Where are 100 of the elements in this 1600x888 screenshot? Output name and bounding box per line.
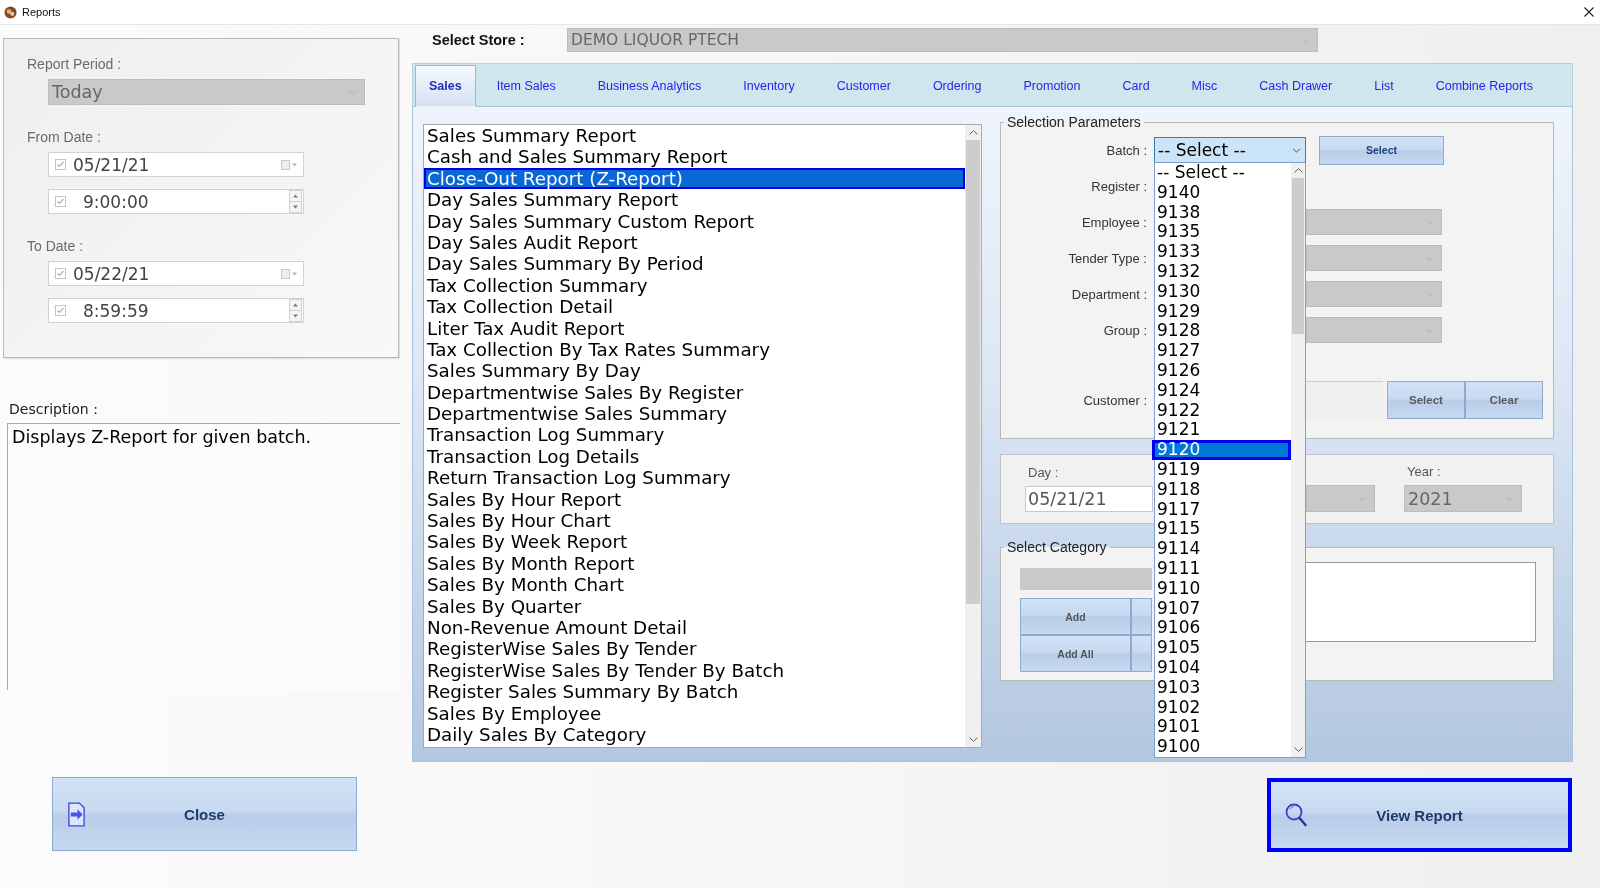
list-option[interactable]: -- Select --	[1155, 163, 1291, 183]
list-option[interactable]: 9114	[1155, 539, 1291, 559]
list-option[interactable]: 9118	[1155, 479, 1291, 500]
batch-dropdown[interactable]: -- Select --	[1154, 137, 1306, 163]
list-option[interactable]: 9103	[1155, 677, 1291, 698]
category-list[interactable]	[1305, 562, 1536, 642]
list-option[interactable]: 9140	[1155, 182, 1291, 203]
caret-down-icon[interactable]	[968, 737, 978, 742]
list-item[interactable]: RegisterWise Sales By Tender	[424, 638, 965, 660]
list-item[interactable]: Daily Sales By Category	[424, 723, 965, 746]
list-item[interactable]: Register Sales Summary By Batch	[424, 681, 965, 703]
list-item[interactable]: Sales By Month Chart	[424, 574, 965, 596]
list-item[interactable]: Sales By Employee	[424, 702, 965, 724]
list-option[interactable]: 9126	[1155, 360, 1291, 381]
category-button[interactable]	[1131, 598, 1152, 635]
list-option[interactable]: 9135	[1155, 222, 1291, 243]
spin-buttons-icon[interactable]	[289, 299, 302, 322]
checkbox[interactable]	[55, 305, 66, 316]
tab[interactable]: Cash Drawer	[1238, 65, 1354, 107]
list-option[interactable]: 9105	[1155, 638, 1291, 658]
tab[interactable]: Ordering	[911, 65, 1003, 107]
view-report-button[interactable]: View Report	[1267, 778, 1572, 852]
time-picker[interactable]: 8:59:59	[48, 298, 304, 323]
list-item[interactable]: Day Sales Summary By Period	[424, 253, 965, 275]
day-field[interactable]: 05/21/21	[1025, 486, 1153, 512]
list-item[interactable]: Transaction Log Summary	[424, 424, 965, 446]
date-picker[interactable]: 05/21/21	[48, 152, 304, 177]
category-field[interactable]	[1020, 568, 1152, 590]
tab[interactable]: Misc	[1170, 65, 1239, 107]
scrollbar[interactable]	[965, 125, 981, 747]
list-item[interactable]: Sales Summary Report	[424, 125, 965, 147]
list-item[interactable]: Departmentwise Sales By Register	[424, 381, 965, 404]
list-option[interactable]: 9102	[1155, 697, 1291, 718]
list-item[interactable]: Transaction Log Details	[424, 445, 965, 468]
checkbox[interactable]	[55, 159, 66, 170]
scrollbar-thumb[interactable]	[966, 140, 980, 604]
list-item[interactable]: Sales By Hour Chart	[424, 510, 965, 532]
caret-up-icon[interactable]	[968, 130, 978, 135]
tab[interactable]: Inventory	[722, 65, 816, 107]
list-option[interactable]: 9107	[1155, 598, 1291, 619]
add-button[interactable]: Add All	[1020, 635, 1131, 672]
list-option[interactable]: 9117	[1155, 499, 1291, 520]
list-item[interactable]: Cash and Sales Summary Report	[424, 146, 965, 168]
list-option[interactable]: 9110	[1155, 578, 1291, 599]
list-item[interactable]: Day Sales Summary Custom Report	[424, 210, 965, 232]
list-option[interactable]: 9130	[1155, 281, 1291, 302]
list-item[interactable]: RegisterWise Sales By Tender By Batch	[424, 659, 965, 682]
list-item[interactable]: Tax Collection By Tax Rates Summary	[424, 338, 965, 361]
close-icon[interactable]	[1584, 7, 1594, 17]
close-button[interactable]: Close	[52, 777, 357, 851]
category-button[interactable]	[1131, 635, 1152, 672]
list-item[interactable]: Day Sales Summary Report	[424, 189, 965, 211]
list-option[interactable]: 9128	[1155, 321, 1291, 342]
tab[interactable]: Card	[1101, 65, 1171, 107]
time-picker[interactable]: 9:00:00	[48, 189, 304, 214]
list-item[interactable]: Sales By Week Report	[424, 531, 965, 553]
date-picker[interactable]: 05/22/21	[48, 261, 304, 286]
customer-field[interactable]	[1306, 381, 1383, 419]
list-item[interactable]: Tax Collection Detail	[424, 296, 965, 318]
list-option[interactable]: 9101	[1155, 717, 1291, 738]
list-option[interactable]: 9100	[1155, 737, 1291, 757]
list-option[interactable]: 9122	[1155, 400, 1291, 421]
list-item[interactable]: Return Transaction Log Summary	[424, 467, 965, 489]
tab[interactable]: Sales	[415, 65, 476, 107]
tab[interactable]: List	[1353, 65, 1415, 107]
list-option[interactable]: 9119	[1155, 459, 1291, 480]
scrollbar[interactable]	[1291, 163, 1305, 757]
list-option[interactable]: 9127	[1155, 341, 1291, 361]
list-option[interactable]: 9115	[1155, 519, 1291, 540]
list-item[interactable]: Close-Out Report (Z-Report)	[424, 167, 965, 190]
list-option[interactable]: 9133	[1155, 242, 1291, 262]
list-option[interactable]: 9132	[1155, 262, 1291, 282]
checkbox[interactable]	[55, 196, 66, 207]
list-item[interactable]: Sales Summary By Day	[424, 360, 965, 382]
add-button[interactable]: Add	[1020, 598, 1131, 635]
tab[interactable]: Combine Reports	[1414, 65, 1554, 107]
scrollbar-thumb[interactable]	[1292, 178, 1304, 334]
list-option[interactable]: 9138	[1155, 202, 1291, 223]
checkbox[interactable]	[55, 268, 66, 279]
select-button[interactable]: Select	[1319, 135, 1444, 165]
customer-button[interactable]: Clear	[1465, 381, 1543, 419]
caret-down-icon[interactable]	[1293, 747, 1303, 752]
list-item[interactable]: Sales By Hour Report	[424, 488, 965, 511]
list-item[interactable]: Day Sales Audit Report	[424, 231, 965, 254]
list-item[interactable]: Sales By Quarter	[424, 595, 965, 617]
list-option[interactable]: 9129	[1155, 301, 1291, 322]
tab[interactable]: Business Analytics	[576, 65, 723, 107]
customer-button[interactable]: Select	[1387, 381, 1465, 419]
list-item[interactable]: Sales By Month Report	[424, 552, 965, 575]
list-option[interactable]: 9111	[1155, 558, 1291, 579]
tab[interactable]: Promotion	[1002, 65, 1102, 107]
tab[interactable]: Customer	[815, 65, 912, 107]
list-option[interactable]: 9104	[1155, 657, 1291, 678]
list-item[interactable]: Non-Revenue Amount Detail	[424, 617, 965, 639]
tab[interactable]: Item Sales	[475, 65, 577, 107]
list-item[interactable]: Departmentwise Sales Summary	[424, 403, 965, 425]
spin-buttons-icon[interactable]	[289, 190, 302, 213]
caret-up-icon[interactable]	[1293, 168, 1303, 173]
list-option[interactable]: 9120	[1152, 440, 1291, 460]
list-item[interactable]: Liter Tax Audit Report	[424, 317, 965, 339]
